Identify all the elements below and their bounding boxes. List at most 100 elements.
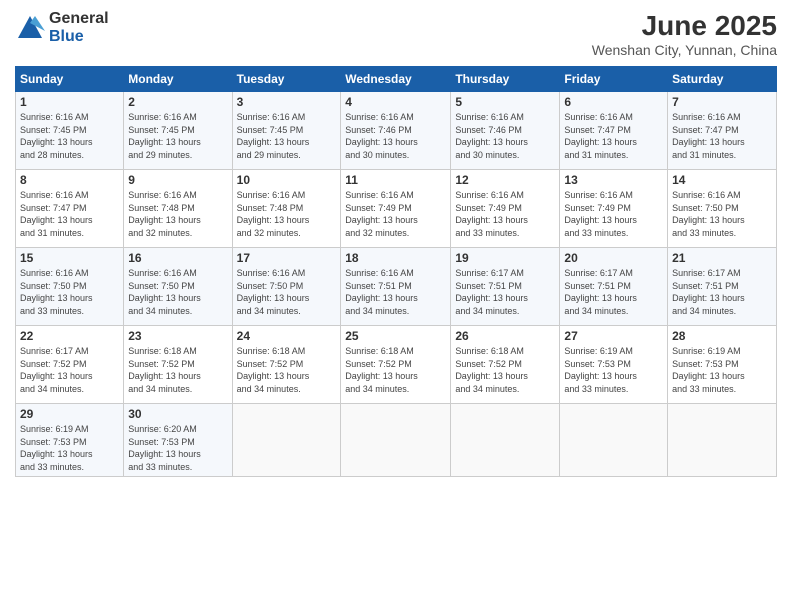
day-info: Sunrise: 6:17 AM Sunset: 7:51 PM Dayligh… bbox=[672, 267, 772, 317]
day-info: Sunrise: 6:16 AM Sunset: 7:49 PM Dayligh… bbox=[455, 189, 555, 239]
location: Wenshan City, Yunnan, China bbox=[592, 42, 777, 58]
day-number: 15 bbox=[20, 251, 119, 265]
day-info: Sunrise: 6:16 AM Sunset: 7:45 PM Dayligh… bbox=[128, 111, 227, 161]
day-number: 27 bbox=[564, 329, 663, 343]
table-row: 18 Sunrise: 6:16 AM Sunset: 7:51 PM Dayl… bbox=[341, 248, 451, 326]
day-number: 11 bbox=[345, 173, 446, 187]
table-row: 30 Sunrise: 6:20 AM Sunset: 7:53 PM Dayl… bbox=[124, 404, 232, 477]
day-info: Sunrise: 6:18 AM Sunset: 7:52 PM Dayligh… bbox=[345, 345, 446, 395]
table-row: 6 Sunrise: 6:16 AM Sunset: 7:47 PM Dayli… bbox=[560, 92, 668, 170]
day-number: 2 bbox=[128, 95, 227, 109]
table-row: 2 Sunrise: 6:16 AM Sunset: 7:45 PM Dayli… bbox=[124, 92, 232, 170]
day-info: Sunrise: 6:16 AM Sunset: 7:45 PM Dayligh… bbox=[20, 111, 119, 161]
day-number: 22 bbox=[20, 329, 119, 343]
table-row: 3 Sunrise: 6:16 AM Sunset: 7:45 PM Dayli… bbox=[232, 92, 341, 170]
header-monday: Monday bbox=[124, 67, 232, 92]
day-number: 17 bbox=[237, 251, 337, 265]
table-row bbox=[560, 404, 668, 477]
table-row: 12 Sunrise: 6:16 AM Sunset: 7:49 PM Dayl… bbox=[451, 170, 560, 248]
day-number: 25 bbox=[345, 329, 446, 343]
day-info: Sunrise: 6:16 AM Sunset: 7:47 PM Dayligh… bbox=[672, 111, 772, 161]
table-row: 16 Sunrise: 6:16 AM Sunset: 7:50 PM Dayl… bbox=[124, 248, 232, 326]
header-sunday: Sunday bbox=[16, 67, 124, 92]
header-friday: Friday bbox=[560, 67, 668, 92]
table-row: 8 Sunrise: 6:16 AM Sunset: 7:47 PM Dayli… bbox=[16, 170, 124, 248]
table-row: 17 Sunrise: 6:16 AM Sunset: 7:50 PM Dayl… bbox=[232, 248, 341, 326]
day-info: Sunrise: 6:16 AM Sunset: 7:47 PM Dayligh… bbox=[564, 111, 663, 161]
table-row: 4 Sunrise: 6:16 AM Sunset: 7:46 PM Dayli… bbox=[341, 92, 451, 170]
table-row: 14 Sunrise: 6:16 AM Sunset: 7:50 PM Dayl… bbox=[668, 170, 777, 248]
table-row: 28 Sunrise: 6:19 AM Sunset: 7:53 PM Dayl… bbox=[668, 326, 777, 404]
table-row: 29 Sunrise: 6:19 AM Sunset: 7:53 PM Dayl… bbox=[16, 404, 124, 477]
day-info: Sunrise: 6:20 AM Sunset: 7:53 PM Dayligh… bbox=[128, 423, 227, 473]
day-info: Sunrise: 6:16 AM Sunset: 7:51 PM Dayligh… bbox=[345, 267, 446, 317]
month-title: June 2025 bbox=[592, 10, 777, 42]
calendar-row: 15 Sunrise: 6:16 AM Sunset: 7:50 PM Dayl… bbox=[16, 248, 777, 326]
day-number: 18 bbox=[345, 251, 446, 265]
day-number: 21 bbox=[672, 251, 772, 265]
calendar-table: Sunday Monday Tuesday Wednesday Thursday… bbox=[15, 66, 777, 477]
logo-icon bbox=[15, 13, 45, 43]
day-number: 12 bbox=[455, 173, 555, 187]
table-row: 27 Sunrise: 6:19 AM Sunset: 7:53 PM Dayl… bbox=[560, 326, 668, 404]
day-info: Sunrise: 6:18 AM Sunset: 7:52 PM Dayligh… bbox=[237, 345, 337, 395]
day-info: Sunrise: 6:16 AM Sunset: 7:50 PM Dayligh… bbox=[672, 189, 772, 239]
table-row: 7 Sunrise: 6:16 AM Sunset: 7:47 PM Dayli… bbox=[668, 92, 777, 170]
day-info: Sunrise: 6:19 AM Sunset: 7:53 PM Dayligh… bbox=[672, 345, 772, 395]
day-number: 1 bbox=[20, 95, 119, 109]
table-row: 5 Sunrise: 6:16 AM Sunset: 7:46 PM Dayli… bbox=[451, 92, 560, 170]
day-info: Sunrise: 6:16 AM Sunset: 7:50 PM Dayligh… bbox=[20, 267, 119, 317]
calendar-row: 22 Sunrise: 6:17 AM Sunset: 7:52 PM Dayl… bbox=[16, 326, 777, 404]
day-number: 14 bbox=[672, 173, 772, 187]
table-row: 25 Sunrise: 6:18 AM Sunset: 7:52 PM Dayl… bbox=[341, 326, 451, 404]
day-info: Sunrise: 6:16 AM Sunset: 7:46 PM Dayligh… bbox=[345, 111, 446, 161]
table-row: 13 Sunrise: 6:16 AM Sunset: 7:49 PM Dayl… bbox=[560, 170, 668, 248]
day-info: Sunrise: 6:19 AM Sunset: 7:53 PM Dayligh… bbox=[20, 423, 119, 473]
calendar-row: 1 Sunrise: 6:16 AM Sunset: 7:45 PM Dayli… bbox=[16, 92, 777, 170]
header-wednesday: Wednesday bbox=[341, 67, 451, 92]
day-info: Sunrise: 6:18 AM Sunset: 7:52 PM Dayligh… bbox=[128, 345, 227, 395]
day-number: 7 bbox=[672, 95, 772, 109]
table-row: 23 Sunrise: 6:18 AM Sunset: 7:52 PM Dayl… bbox=[124, 326, 232, 404]
table-row bbox=[232, 404, 341, 477]
table-row bbox=[451, 404, 560, 477]
header: General Blue June 2025 Wenshan City, Yun… bbox=[15, 10, 777, 58]
day-info: Sunrise: 6:16 AM Sunset: 7:48 PM Dayligh… bbox=[237, 189, 337, 239]
day-info: Sunrise: 6:18 AM Sunset: 7:52 PM Dayligh… bbox=[455, 345, 555, 395]
day-number: 29 bbox=[20, 407, 119, 421]
table-row bbox=[341, 404, 451, 477]
table-row: 10 Sunrise: 6:16 AM Sunset: 7:48 PM Dayl… bbox=[232, 170, 341, 248]
day-info: Sunrise: 6:17 AM Sunset: 7:52 PM Dayligh… bbox=[20, 345, 119, 395]
header-saturday: Saturday bbox=[668, 67, 777, 92]
table-row: 24 Sunrise: 6:18 AM Sunset: 7:52 PM Dayl… bbox=[232, 326, 341, 404]
logo-text: General Blue bbox=[49, 10, 109, 45]
table-row: 26 Sunrise: 6:18 AM Sunset: 7:52 PM Dayl… bbox=[451, 326, 560, 404]
day-info: Sunrise: 6:16 AM Sunset: 7:49 PM Dayligh… bbox=[345, 189, 446, 239]
logo-blue: Blue bbox=[49, 28, 109, 46]
logo: General Blue bbox=[15, 10, 109, 45]
table-row: 9 Sunrise: 6:16 AM Sunset: 7:48 PM Dayli… bbox=[124, 170, 232, 248]
day-info: Sunrise: 6:16 AM Sunset: 7:45 PM Dayligh… bbox=[237, 111, 337, 161]
table-row: 20 Sunrise: 6:17 AM Sunset: 7:51 PM Dayl… bbox=[560, 248, 668, 326]
day-info: Sunrise: 6:16 AM Sunset: 7:50 PM Dayligh… bbox=[128, 267, 227, 317]
calendar-row: 8 Sunrise: 6:16 AM Sunset: 7:47 PM Dayli… bbox=[16, 170, 777, 248]
day-number: 6 bbox=[564, 95, 663, 109]
day-number: 23 bbox=[128, 329, 227, 343]
table-row bbox=[668, 404, 777, 477]
day-number: 30 bbox=[128, 407, 227, 421]
day-number: 13 bbox=[564, 173, 663, 187]
calendar-row: 29 Sunrise: 6:19 AM Sunset: 7:53 PM Dayl… bbox=[16, 404, 777, 477]
table-row: 1 Sunrise: 6:16 AM Sunset: 7:45 PM Dayli… bbox=[16, 92, 124, 170]
day-info: Sunrise: 6:19 AM Sunset: 7:53 PM Dayligh… bbox=[564, 345, 663, 395]
weekday-header-row: Sunday Monday Tuesday Wednesday Thursday… bbox=[16, 67, 777, 92]
day-info: Sunrise: 6:16 AM Sunset: 7:50 PM Dayligh… bbox=[237, 267, 337, 317]
table-row: 19 Sunrise: 6:17 AM Sunset: 7:51 PM Dayl… bbox=[451, 248, 560, 326]
day-number: 8 bbox=[20, 173, 119, 187]
day-info: Sunrise: 6:16 AM Sunset: 7:46 PM Dayligh… bbox=[455, 111, 555, 161]
header-thursday: Thursday bbox=[451, 67, 560, 92]
day-number: 24 bbox=[237, 329, 337, 343]
table-row: 22 Sunrise: 6:17 AM Sunset: 7:52 PM Dayl… bbox=[16, 326, 124, 404]
day-number: 4 bbox=[345, 95, 446, 109]
day-info: Sunrise: 6:16 AM Sunset: 7:49 PM Dayligh… bbox=[564, 189, 663, 239]
header-tuesday: Tuesday bbox=[232, 67, 341, 92]
